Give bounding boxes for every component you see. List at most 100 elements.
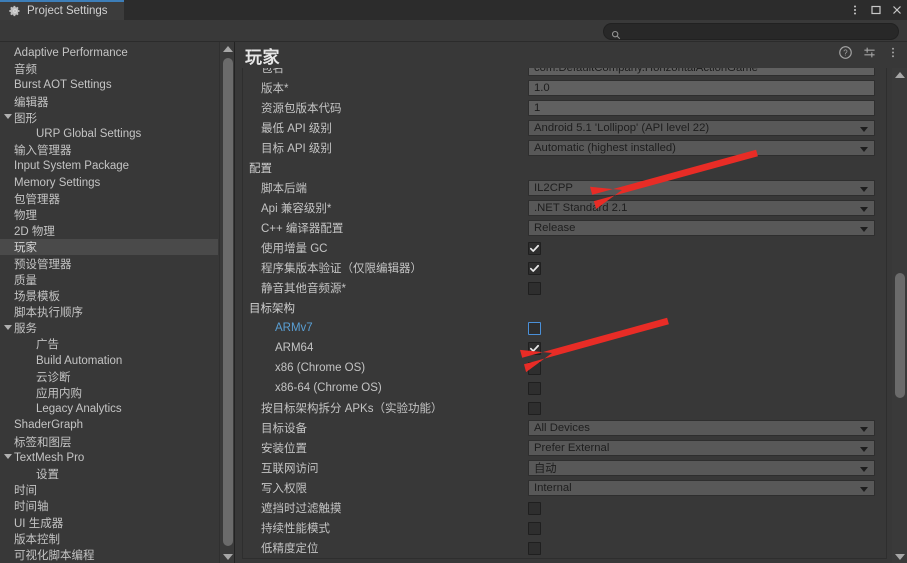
sidebar-item[interactable]: URP Global Settings xyxy=(0,126,218,142)
checkbox[interactable] xyxy=(528,501,541,515)
main-scrollbar[interactable] xyxy=(892,68,907,563)
sidebar-item[interactable]: 可视化脚本编程 xyxy=(0,547,218,563)
dropdown-field[interactable]: .NET Standard 2.1 xyxy=(528,200,875,216)
dropdown-field[interactable]: Automatic (highest installed) xyxy=(528,140,875,156)
sidebar-item[interactable]: Memory Settings xyxy=(0,175,218,191)
sidebar-item[interactable]: 时间轴 xyxy=(0,498,218,514)
main-scrollbar-thumb[interactable] xyxy=(895,273,905,398)
sidebar-item[interactable]: 玩家 xyxy=(0,239,218,256)
settings-row: 按目标架构拆分 APKs（实验功能） xyxy=(243,398,886,418)
checkbox[interactable] xyxy=(528,321,541,335)
foldout-triangle-icon[interactable] xyxy=(4,453,13,462)
sidebar-item[interactable]: 物理 xyxy=(0,207,218,223)
sidebar-scrollbar-thumb[interactable] xyxy=(223,58,233,546)
field-value: Prefer External xyxy=(534,442,610,454)
text-field[interactable]: 1 xyxy=(528,100,875,116)
checkbox[interactable] xyxy=(528,261,541,275)
close-icon[interactable] xyxy=(886,0,907,20)
sidebar-item[interactable]: 时间 xyxy=(0,482,218,498)
sidebar-item[interactable]: 云诊断 xyxy=(0,369,218,385)
unity-project-settings-window: Project Settings Adaptive Performance 音频… xyxy=(0,0,907,563)
sidebar-item[interactable]: 场景模板 xyxy=(0,288,218,304)
checkmark-icon xyxy=(529,244,540,252)
field-value: Android 5.1 'Lollipop' (API level 22) xyxy=(534,122,710,134)
dropdown-field[interactable]: 自动 xyxy=(528,460,875,476)
settings-row: 遮挡时过滤触摸 xyxy=(243,498,886,518)
dropdown-field[interactable]: Prefer External xyxy=(528,440,875,456)
sidebar-item[interactable]: 应用内购 xyxy=(0,385,218,401)
panel-header: 玩家 ? xyxy=(236,42,907,68)
dropdown-field[interactable]: IL2CPP xyxy=(528,180,875,196)
checkbox[interactable] xyxy=(528,401,541,415)
row-label: 配置 xyxy=(249,163,272,175)
row-label: 资源包版本代码 xyxy=(261,103,342,115)
checkbox[interactable] xyxy=(528,381,541,395)
sidebar-scrollbar[interactable] xyxy=(219,42,234,563)
scroll-down-icon[interactable] xyxy=(220,550,234,563)
settings-row: 脚本后端 IL2CPP xyxy=(243,178,886,198)
settings-row: 目标架构 xyxy=(243,298,886,318)
row-label: 安装位置 xyxy=(261,443,307,455)
settings-row: 最低 API 级别 Android 5.1 'Lollipop' (API lev… xyxy=(243,118,886,138)
sidebar-item[interactable]: Burst AOT Settings xyxy=(0,77,218,93)
sidebar-item[interactable]: 编辑器 xyxy=(0,94,218,110)
row-label: 低精度定位 xyxy=(261,543,319,555)
text-field[interactable]: com.DefaultCompany.HorizontalActionGame xyxy=(528,68,875,76)
checkbox[interactable] xyxy=(528,541,541,555)
preset-icon[interactable] xyxy=(863,46,876,64)
tab-project-settings[interactable]: Project Settings xyxy=(0,0,124,20)
foldout-triangle-icon[interactable] xyxy=(4,113,13,122)
row-label: 按目标架构拆分 APKs（实验功能） xyxy=(261,403,443,415)
checkbox[interactable] xyxy=(528,361,541,375)
checkbox[interactable] xyxy=(528,241,541,255)
field-value: 自动 xyxy=(534,463,557,475)
checkbox[interactable] xyxy=(528,281,541,295)
sidebar-item[interactable]: Build Automation xyxy=(0,353,218,369)
row-label: 程序集版本验证（仅限编辑器） xyxy=(261,263,422,275)
settings-row: 资源包版本代码 1 xyxy=(243,98,886,118)
sidebar-item[interactable]: 设置 xyxy=(0,466,218,482)
sidebar-item[interactable]: UI 生成器 xyxy=(0,514,218,530)
sidebar-item-label: 服务 xyxy=(14,323,37,336)
dropdown-field[interactable]: All Devices xyxy=(528,420,875,436)
sidebar-item[interactable]: 预设管理器 xyxy=(0,255,218,271)
scroll-down-icon[interactable] xyxy=(892,550,907,563)
text-field[interactable]: 1.0 xyxy=(528,80,875,96)
sidebar-item[interactable]: Legacy Analytics xyxy=(0,401,218,417)
field-value: 1.0 xyxy=(534,82,550,94)
search-box[interactable] xyxy=(603,23,899,40)
foldout-triangle-icon[interactable] xyxy=(4,324,13,333)
sidebar-item[interactable]: 脚本执行顺序 xyxy=(0,304,218,320)
sidebar-item[interactable]: Input System Package xyxy=(0,158,218,174)
sidebar-item[interactable]: 版本控制 xyxy=(0,531,218,547)
kebab-menu-icon[interactable] xyxy=(887,46,899,64)
scroll-up-icon[interactable] xyxy=(220,42,234,55)
sidebar-item[interactable]: 2D 物理 xyxy=(0,223,218,239)
sidebar-item-label: ShaderGraph xyxy=(14,419,84,432)
dropdown-field[interactable]: Internal xyxy=(528,480,875,496)
settings-row: 包名 com.DefaultCompany.HorizontalActionGam… xyxy=(243,68,886,78)
sidebar-item[interactable]: TextMesh Pro xyxy=(0,450,218,466)
settings-row: 程序集版本验证（仅限编辑器） xyxy=(243,258,886,278)
sidebar-item[interactable]: 音频 xyxy=(0,61,218,77)
sidebar-item[interactable]: 标签和图层 xyxy=(0,434,218,450)
settings-row: 配置 xyxy=(243,158,886,178)
settings-row: 互联网访问 自动 xyxy=(243,458,886,478)
maximize-icon[interactable] xyxy=(865,0,886,20)
sidebar-item[interactable]: 广告 xyxy=(0,336,218,352)
search-input[interactable] xyxy=(621,25,898,38)
sidebar-item[interactable]: 质量 xyxy=(0,272,218,288)
scroll-up-icon[interactable] xyxy=(892,68,907,81)
dropdown-field[interactable]: Release xyxy=(528,220,875,236)
sidebar-item[interactable]: Adaptive Performance xyxy=(0,45,218,61)
sidebar-item[interactable]: 服务 xyxy=(0,320,218,336)
help-icon[interactable]: ? xyxy=(839,46,852,64)
sidebar-item[interactable]: 输入管理器 xyxy=(0,142,218,158)
checkbox[interactable] xyxy=(528,521,541,535)
kebab-menu-icon[interactable] xyxy=(844,0,865,20)
sidebar-item[interactable]: ShaderGraph xyxy=(0,417,218,433)
sidebar-item[interactable]: 图形 xyxy=(0,110,218,126)
checkbox[interactable] xyxy=(528,341,541,355)
sidebar-item[interactable]: 包管理器 xyxy=(0,191,218,207)
dropdown-field[interactable]: Android 5.1 'Lollipop' (API level 22) xyxy=(528,120,875,136)
